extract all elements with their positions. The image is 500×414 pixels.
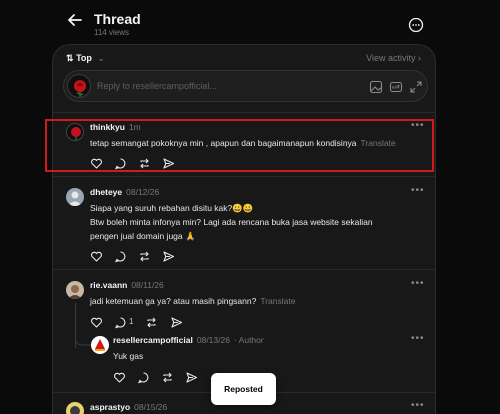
chevron-right-icon: › <box>418 53 421 63</box>
avatar[interactable] <box>66 188 84 206</box>
more-options-icon[interactable]: ••• <box>411 400 425 411</box>
username-text: dheteye <box>90 187 123 197</box>
views-count: 114 views <box>94 28 129 37</box>
post-actions <box>90 250 210 264</box>
reply-placeholder: Reply to resellercampofficial... <box>97 81 217 91</box>
page-title: Thread <box>94 11 141 27</box>
post-text: Yuk gas <box>113 351 144 361</box>
heart-icon[interactable] <box>90 250 103 263</box>
username[interactable]: resellercampofficial 08/13/26 · Author <box>113 335 264 345</box>
reply-input[interactable]: Reply to resellercampofficial... <box>63 70 428 102</box>
chevron-down-icon: ⌄ <box>97 53 105 63</box>
thread-connector <box>75 333 91 346</box>
username[interactable]: dheteye 08/12/26 <box>90 187 159 197</box>
sort-icon: ⇅ <box>66 53 74 63</box>
repost-icon[interactable] <box>161 371 174 384</box>
divider <box>53 176 435 177</box>
post-text: jadi ketemuan ga ya? atau masih pingsann… <box>90 294 295 308</box>
post-text-line: Siapa yang suruh rebahan disitu kak?😀😀 <box>90 203 254 213</box>
post-text-line: Btw boleh minta infonya min? Lagi ada re… <box>90 217 373 227</box>
translate-link[interactable]: Translate <box>260 296 295 306</box>
gif-icon[interactable] <box>389 80 403 94</box>
post-actions: 1 <box>90 316 210 330</box>
divider <box>53 112 435 113</box>
expand-icon[interactable] <box>409 80 423 94</box>
more-options-icon[interactable]: ••• <box>411 278 425 289</box>
highlight-box <box>45 119 434 172</box>
post-time: 08/15/26 <box>134 402 168 412</box>
header: Thread 114 views <box>0 0 500 44</box>
sort-dropdown[interactable]: ⇅ Top ⌄ <box>66 53 105 64</box>
repost-icon[interactable] <box>138 250 151 263</box>
avatar[interactable] <box>66 281 84 299</box>
avatar <box>67 74 91 98</box>
share-icon[interactable] <box>170 316 183 329</box>
comment-icon[interactable] <box>137 371 150 384</box>
view-activity-label: View activity <box>366 53 416 63</box>
post-text-content: jadi ketemuan ga ya? atau masih pingsann… <box>90 296 257 306</box>
heart-icon[interactable] <box>90 316 103 329</box>
view-activity-link[interactable]: View activity › <box>366 53 421 63</box>
sort-label: Top <box>76 53 92 63</box>
post-time: 08/13/26 <box>196 335 230 345</box>
username-text: asprastyo <box>90 402 131 412</box>
more-options-icon[interactable] <box>408 17 424 33</box>
reply-count: 1 <box>129 317 134 326</box>
thread-panel: ⇅ Top ⌄ View activity › Reply to reselle… <box>52 44 436 414</box>
author-badge: · Author <box>233 335 264 345</box>
avatar[interactable] <box>91 336 109 354</box>
share-icon[interactable] <box>185 371 198 384</box>
comment-icon[interactable] <box>114 250 127 263</box>
more-options-icon[interactable]: ••• <box>411 185 425 196</box>
more-options-icon[interactable]: ••• <box>411 333 425 344</box>
share-icon[interactable] <box>162 250 175 263</box>
repost-icon[interactable] <box>145 316 158 329</box>
username[interactable]: asprastyo 08/15/26 <box>90 402 167 412</box>
avatar[interactable] <box>66 402 84 414</box>
post-time: 08/11/26 <box>131 280 164 290</box>
username-text: rie.vaann <box>90 280 128 290</box>
comment-icon[interactable] <box>114 316 127 329</box>
heart-icon[interactable] <box>113 371 126 384</box>
divider <box>53 269 435 270</box>
username-text: resellercampofficial <box>113 335 193 345</box>
back-arrow-icon[interactable] <box>66 11 84 29</box>
post-text-line: pengen jual domain juga 🙏 <box>90 231 196 241</box>
post-time: 08/12/26 <box>126 187 160 197</box>
reposted-toast: Reposted <box>211 373 276 405</box>
image-icon[interactable] <box>369 80 383 94</box>
username[interactable]: rie.vaann 08/11/26 <box>90 280 164 290</box>
